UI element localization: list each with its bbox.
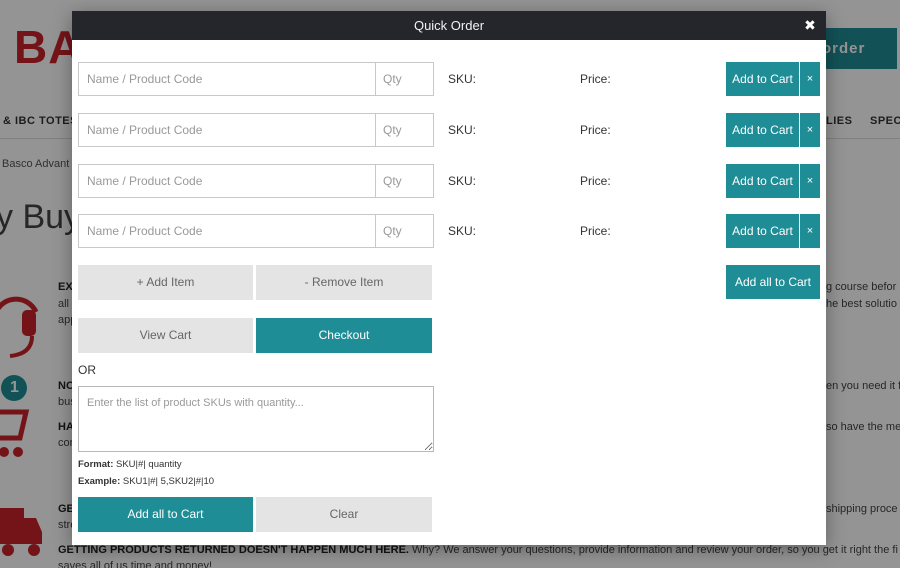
modal-title: Quick Order	[413, 18, 485, 33]
product-name-input[interactable]	[78, 214, 375, 248]
price-label: Price:	[580, 224, 611, 238]
order-row: SKU: Price: Add to Cart ×	[78, 113, 820, 147]
clear-button[interactable]: Clear	[256, 497, 432, 532]
checkout-button[interactable]: Checkout	[256, 318, 432, 353]
qty-input[interactable]	[375, 164, 434, 198]
order-row: SKU: Price: Add to Cart ×	[78, 62, 820, 96]
remove-row-button[interactable]: ×	[800, 214, 820, 248]
remove-row-button[interactable]: ×	[800, 62, 820, 96]
sku-label: SKU:	[448, 72, 477, 86]
product-name-input[interactable]	[78, 62, 375, 96]
view-cart-button[interactable]: View Cart	[78, 318, 253, 353]
close-icon[interactable]: ✖	[802, 16, 818, 34]
product-name-input[interactable]	[78, 164, 375, 198]
qty-input[interactable]	[375, 113, 434, 147]
remove-row-button[interactable]: ×	[800, 164, 820, 198]
remove-item-button[interactable]: - Remove Item	[256, 265, 432, 300]
sku-label: SKU:	[448, 123, 477, 137]
add-all-to-cart-list-button[interactable]: Add all to Cart	[78, 497, 253, 532]
product-name-input[interactable]	[78, 113, 375, 147]
price-label: Price:	[580, 72, 611, 86]
sku-label: SKU:	[448, 174, 477, 188]
quick-order-modal: Quick Order ✖ SKU: Price: Add to Cart × …	[72, 11, 826, 545]
add-to-cart-button[interactable]: Add to Cart	[726, 214, 799, 248]
add-to-cart-button[interactable]: Add to Cart	[726, 62, 799, 96]
add-item-button[interactable]: + Add Item	[78, 265, 253, 300]
add-all-to-cart-button[interactable]: Add all to Cart	[726, 265, 820, 299]
modal-header: Quick Order ✖	[72, 11, 826, 40]
order-row: SKU: Price: Add to Cart ×	[78, 214, 820, 248]
or-separator: OR	[78, 363, 96, 377]
remove-row-button[interactable]: ×	[800, 113, 820, 147]
add-to-cart-button[interactable]: Add to Cart	[726, 113, 799, 147]
example-hint: Example: SKU1|#| 5,SKU2|#|10	[78, 476, 215, 487]
order-row: SKU: Price: Add to Cart ×	[78, 164, 820, 198]
sku-label: SKU:	[448, 224, 477, 238]
format-hint: Format: SKU|#| quantity	[78, 459, 182, 470]
price-label: Price:	[580, 174, 611, 188]
sku-list-textarea[interactable]	[78, 386, 434, 452]
price-label: Price:	[580, 123, 611, 137]
add-to-cart-button[interactable]: Add to Cart	[726, 164, 799, 198]
qty-input[interactable]	[375, 62, 434, 96]
qty-input[interactable]	[375, 214, 434, 248]
